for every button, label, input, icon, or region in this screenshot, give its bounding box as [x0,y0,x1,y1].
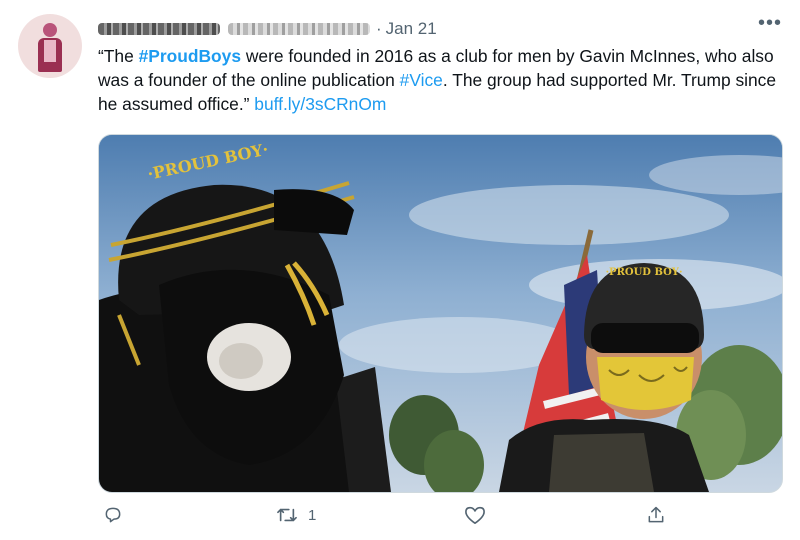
like-icon [465,506,485,524]
tweet-link[interactable]: buff.ly/3sCRnOm [254,94,386,114]
reply-button[interactable] [103,505,123,525]
tweet[interactable]: · Jan 21 ••• “The #ProudBoys were founde… [0,0,800,540]
retweet-icon [277,508,297,522]
tweet-text: “The #ProudBoys were founded in 2016 as … [98,46,777,114]
tweet-date[interactable]: Jan 21 [386,19,437,39]
more-horizontal-icon[interactable]: ••• [757,12,783,34]
avatar[interactable] [18,14,82,78]
reply-icon [105,507,121,523]
tweet-actions: 1 [98,505,698,531]
display-name-redacted[interactable] [98,23,220,35]
like-button[interactable] [464,505,486,525]
handle-redacted[interactable] [228,23,370,35]
share-button[interactable] [646,505,666,525]
photo-illustration: ·PROUD BOY· ·PROUD BOY· [99,135,782,492]
separator: · [376,19,382,38]
share-icon [648,506,664,523]
hashtag-vice[interactable]: #Vice [400,70,443,90]
tweet-header: · Jan 21 [98,18,437,40]
tweet-photo[interactable]: ·PROUD BOY· ·PROUD BOY· [98,134,783,493]
retweet-count: 1 [308,506,317,524]
hashtag-proudboys[interactable]: #ProudBoys [139,46,241,66]
retweet-button[interactable]: 1 [276,505,316,525]
helmet-text-right: ·PROUD BOY· [606,267,683,278]
